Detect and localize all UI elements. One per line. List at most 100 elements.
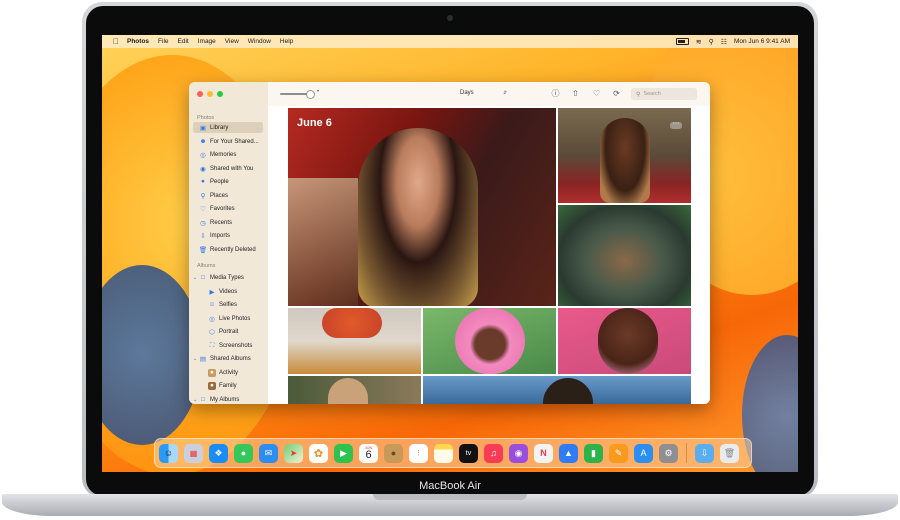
zoom-in-icon[interactable]: •: [317, 89, 319, 95]
podcasts-icon[interactable]: ◉: [509, 443, 528, 463]
photo-tile[interactable]: [558, 308, 691, 374]
sidebar-item-for-your-shared[interactable]: ☻ For Your Shared...: [193, 136, 263, 147]
date-label: June 6: [297, 117, 332, 129]
music-icon[interactable]: ♫: [484, 443, 503, 463]
trash-icon[interactable]: 🗑: [720, 443, 739, 463]
sidebar-item-memories[interactable]: ◎ Memories: [193, 149, 263, 160]
sidebar-item-shared-albums[interactable]: ⌄ ▤ Shared Albums: [193, 353, 263, 364]
sidebar-item-favorites[interactable]: ♡ Favorites: [193, 203, 263, 214]
menu-file[interactable]: File: [158, 38, 168, 45]
rotate-icon[interactable]: ⟳: [612, 89, 621, 98]
battery-icon[interactable]: [675, 38, 689, 45]
keynote-icon[interactable]: ▲: [559, 443, 578, 463]
sidebar-item-activity[interactable]: ● Activity: [193, 367, 263, 378]
zoom-button[interactable]: [217, 91, 223, 97]
sidebar-item-selfies[interactable]: ☺ Selfies: [193, 299, 263, 310]
sidebar-section-albums: Albums: [197, 263, 216, 269]
sidebar-item-portrait[interactable]: ⬡ Portrait: [193, 326, 263, 337]
photo-tile[interactable]: [423, 376, 691, 404]
menu-edit[interactable]: Edit: [178, 38, 189, 45]
photo-tile-figure: [543, 378, 593, 404]
more-icon[interactable]: ···: [670, 120, 682, 129]
calendar-icon[interactable]: JUN 6: [359, 443, 378, 463]
sidebar-item-imports[interactable]: ⇩ Imports: [193, 230, 263, 241]
sidebar-item-label: Activity: [219, 369, 239, 376]
search-icon[interactable]: ⚲: [709, 38, 714, 46]
numbers-icon[interactable]: ▮: [584, 443, 603, 463]
clock-icon: ◷: [200, 219, 206, 227]
sidebar-item-people[interactable]: ● People: [193, 176, 263, 187]
mail-icon[interactable]: ✉: [259, 443, 278, 463]
menu-help[interactable]: Help: [280, 38, 293, 45]
menu-image[interactable]: Image: [198, 38, 216, 45]
photo-tile[interactable]: [288, 376, 421, 404]
sidebar-item-label: Imports: [210, 232, 231, 239]
people-icon: ☻: [199, 138, 207, 145]
sidebar-item-label: Screenshots: [219, 342, 253, 349]
chevron-down-icon[interactable]: ⌄: [193, 275, 197, 281]
photo-hero[interactable]: June 6: [288, 108, 556, 306]
menu-clock[interactable]: Mon Jun 6 9:41 AM: [734, 38, 790, 45]
close-button[interactable]: [197, 91, 203, 97]
share-icon[interactable]: ⇧: [571, 89, 580, 98]
folder-icon: □: [201, 396, 205, 403]
photos-icon[interactable]: ✿: [309, 443, 328, 463]
sidebar-item-label: Library: [210, 124, 229, 131]
launchpad-icon[interactable]: ▦: [184, 443, 203, 463]
brand-label: MacBook Air: [419, 480, 481, 492]
wifi-icon[interactable]: ≋: [696, 38, 702, 46]
sidebar-item-family[interactable]: ● Family: [193, 380, 263, 391]
minimize-button[interactable]: [207, 91, 213, 97]
menu-window[interactable]: Window: [248, 38, 271, 45]
downloads-folder-icon[interactable]: ⇩: [695, 443, 714, 463]
app-store-icon[interactable]: A: [634, 443, 653, 463]
sidebar-item-label: Shared Albums: [210, 355, 251, 362]
sidebar-section-photos: Photos: [197, 115, 215, 121]
contacts-icon[interactable]: ●: [384, 443, 403, 463]
notes-icon[interactable]: [434, 443, 453, 463]
sidebar-item-media-types[interactable]: ⌄ □ Media Types: [193, 272, 263, 283]
messages-icon[interactable]: ●: [234, 443, 253, 463]
sidebar-item-recently-deleted[interactable]: 🗑 Recently Deleted: [193, 244, 263, 255]
sidebar-item-my-albums[interactable]: ⌄ □ My Albums: [193, 394, 263, 404]
zoom-slider-knob[interactable]: [306, 90, 315, 99]
view-select[interactable]: Days: [460, 90, 474, 96]
chevron-down-icon[interactable]: ⌄: [193, 356, 197, 362]
photo-tile[interactable]: [558, 205, 691, 306]
sidebar-item-live-photos[interactable]: ◎ Live Photos: [193, 313, 263, 324]
chevron-down-icon[interactable]: ⌄: [193, 397, 197, 403]
menu-photos[interactable]: Photos: [127, 38, 149, 45]
photo-tile-figure: [598, 308, 658, 374]
reminders-icon[interactable]: ⋮: [409, 443, 428, 463]
photo-tile[interactable]: [423, 308, 556, 374]
control-center-icon[interactable]: ☷: [721, 38, 727, 46]
search-field[interactable]: ⚲ Search: [631, 88, 697, 100]
system-settings-icon[interactable]: ⚙: [659, 443, 678, 463]
safari-icon[interactable]: ❖: [209, 443, 228, 463]
pages-icon[interactable]: ✎: [609, 443, 628, 463]
tv-icon[interactable]: tv: [459, 443, 478, 463]
finder-icon[interactable]: ☺: [159, 443, 178, 463]
photo-tile[interactable]: [288, 308, 421, 374]
sidebar-item-label: Media Types: [210, 274, 244, 281]
activity-icon: ●: [208, 368, 216, 377]
chevron-updown-icon[interactable]: ⇵: [503, 90, 507, 96]
info-icon[interactable]: ⓘ: [551, 89, 560, 98]
sidebar-item-recents[interactable]: ◷ Recents: [193, 217, 263, 228]
facetime-icon[interactable]: ▶: [334, 443, 353, 463]
sidebar-item-videos[interactable]: ▶ Videos: [193, 286, 263, 297]
import-icon: ⇩: [200, 232, 206, 240]
photo-hero-light: [288, 178, 358, 306]
sidebar-item-places[interactable]: ⚲ Places: [193, 190, 263, 201]
news-icon[interactable]: N: [534, 443, 553, 463]
sidebar-item-shared-with-you[interactable]: ◉ Shared with You: [193, 163, 263, 174]
apple-icon[interactable]: : [111, 37, 121, 46]
family-icon: ●: [208, 381, 216, 390]
sidebar-item-label: Portrait: [219, 328, 239, 335]
sidebar-item-library[interactable]: ▣ Library: [193, 122, 263, 133]
heart-icon[interactable]: ♡: [592, 89, 601, 98]
sidebar-item-screenshots[interactable]: ⛶ Screenshots: [193, 340, 263, 351]
photo-tile[interactable]: ···: [558, 108, 691, 203]
menu-view[interactable]: View: [225, 38, 239, 45]
maps-icon[interactable]: ➤: [284, 443, 303, 463]
